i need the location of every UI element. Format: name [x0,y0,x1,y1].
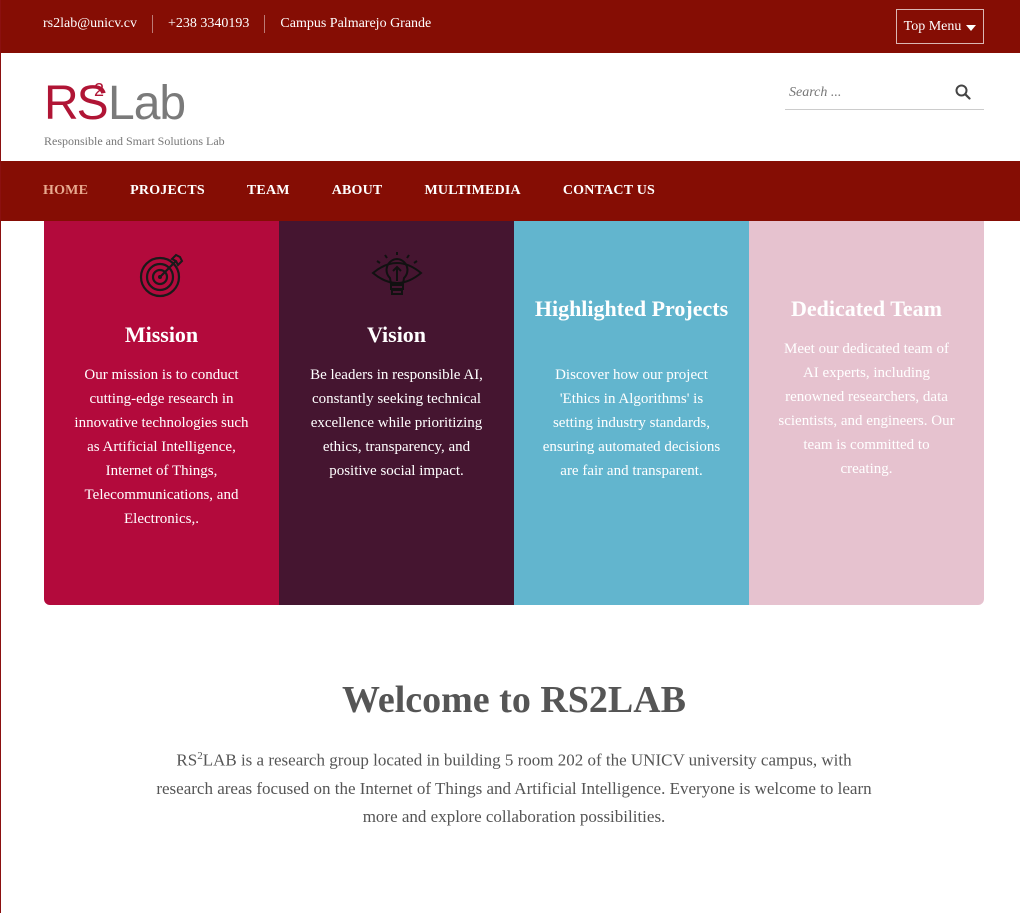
feature-cards: Mission Our mission is to conduct cuttin… [44,221,984,605]
site-logo[interactable]: RS 2 Lab Responsible and Smart Solutions… [44,76,254,151]
nav-list: HOME PROJECTS TEAM ABOUT MULTIMEDIA CONT… [43,183,697,199]
card-highlighted-projects: Highlighted Projects Discover how our pr… [514,221,749,605]
logo-lab: Lab [108,77,186,130]
nav-item-home[interactable]: HOME [43,183,88,199]
card-title: Dedicated Team [791,296,942,321]
caret-down-icon [966,24,977,31]
top-bar: rs2lab@unicv.cv +238 3340193 Campus Palm… [1,0,1020,53]
card-vision: Vision Be leaders in responsible AI, con… [279,221,514,605]
nav-item-multimedia[interactable]: MULTIMEDIA [424,183,520,199]
contact-email[interactable]: rs2lab@unicv.cv [43,15,152,33]
search-icon[interactable] [955,84,971,100]
search-form [785,78,984,110]
target-icon [139,253,183,298]
card-title: Vision [366,322,427,347]
nav-item-team[interactable]: TEAM [247,183,290,199]
card-text: Meet our dedicated team of AI experts, i… [778,341,955,477]
main-navigation: HOME PROJECTS TEAM ABOUT MULTIMEDIA CONT… [1,161,1020,221]
search-input[interactable] [789,82,939,104]
welcome-paragraph: RS2LAB is a research group located in bu… [149,742,879,831]
welcome-heading: Welcome to RS2LAB [341,679,687,721]
card-title: Highlighted Projects [534,296,729,321]
contact-phone[interactable]: +238 3340193 [152,15,264,33]
lightbulb-eye-icon [370,252,423,295]
card-mission-icon-wrap [44,251,279,299]
contact-info: rs2lab@unicv.cv +238 3340193 Campus Palm… [43,15,446,33]
card-title: Mission [124,322,199,347]
top-menu-button[interactable]: Top Menu [896,9,984,44]
top-menu-label: Top Menu [903,18,962,34]
contact-location: Campus Palmarejo Grande [264,15,446,33]
site-tagline: Responsible and Smart Solutions Lab [44,134,225,148]
welcome-name-prefix: RS [176,750,198,770]
card-dedicated-team: Dedicated Team Meet our dedicated team o… [749,221,984,605]
card-text: Our mission is to conduct cutting-edge r… [74,367,249,527]
welcome-body: is a research group located in building … [156,750,872,826]
nav-item-projects[interactable]: PROJECTS [130,183,205,199]
logo-superscript: 2 [94,80,105,100]
card-text: Discover how our project 'Ethics in Algo… [542,367,721,479]
nav-item-contact-us[interactable]: CONTACT US [563,183,655,199]
card-mission: Mission Our mission is to conduct cuttin… [44,221,279,605]
nav-item-about[interactable]: ABOUT [332,183,383,199]
welcome-name-suffix: LAB [202,750,237,770]
card-vision-icon-wrap [279,251,514,299]
card-text: Be leaders in responsible AI, constantly… [310,367,483,479]
